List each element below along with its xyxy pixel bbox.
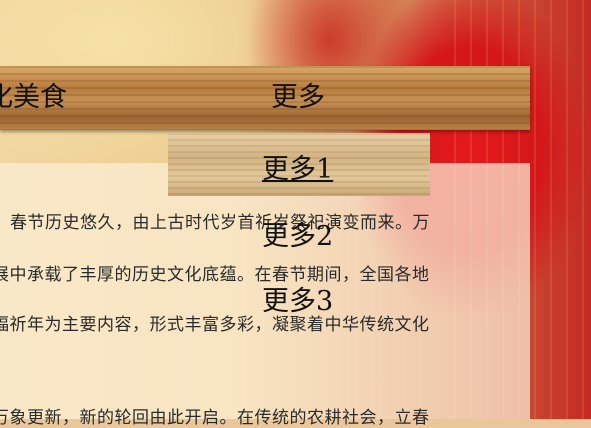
nav-item-food[interactable]: 化美食 (0, 66, 67, 130)
article-line-1: 春节历史悠久，由上古时代岁首祈岁祭祀演变而来。万 (10, 213, 430, 233)
nav-bar: 化美食 更多 (0, 66, 530, 130)
nav-item-more[interactable]: 更多 (271, 66, 325, 130)
article-line-2: 展中承载了丰厚的历史文化底蕴。在春节期间，全国各地 (0, 265, 430, 285)
article-line-3: 福祈年为主要内容，形式丰富多彩，凝聚着中华传统文化 (0, 315, 430, 335)
dropdown-item-more-3[interactable]: 更多3 (262, 279, 333, 318)
dropdown-item-more-1[interactable]: 更多1 (262, 147, 333, 186)
dropdown-item-more-2[interactable]: 更多2 (262, 214, 333, 253)
article-line-4: 万象更新，新的轮回由此开启。在传统的农耕社会，立春 (0, 408, 430, 428)
